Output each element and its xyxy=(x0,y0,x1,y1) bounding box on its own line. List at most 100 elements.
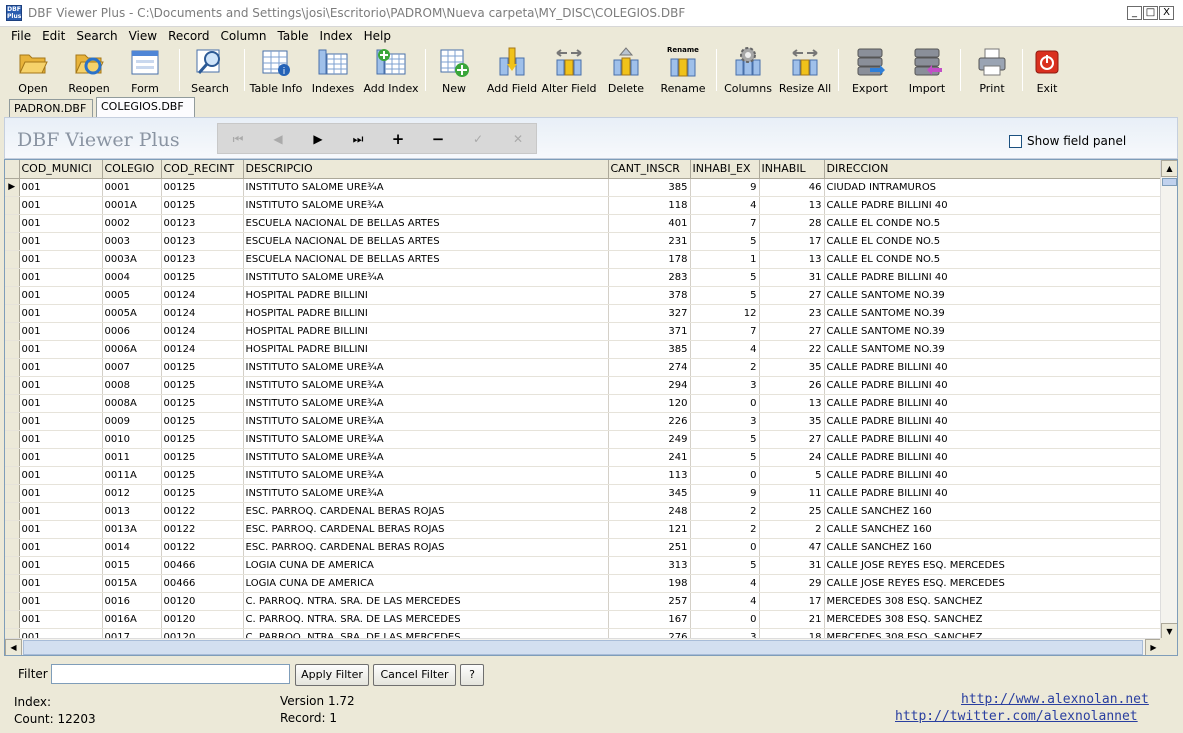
table-cell[interactable]: 198 xyxy=(608,574,691,593)
maximize-button[interactable]: □ xyxy=(1143,6,1158,20)
table-row[interactable]: ▶ 001 0001 00125 INSTITUTO SALOME URE¾A 385 9 4… xyxy=(5,178,1161,197)
row-indicator[interactable] xyxy=(5,556,20,575)
table-row[interactable]: 001 0003A 00123 ESCUELA NACIONAL DE BELLAS … xyxy=(5,250,1161,269)
table-cell[interactable]: 17 xyxy=(759,592,825,611)
menu-view[interactable]: View xyxy=(124,29,163,43)
table-cell[interactable]: INSTITUTO SALOME URE¾A xyxy=(243,412,609,431)
table-cell[interactable]: C. PARROQ. NTRA. SRA. DE LAS MERCEDES xyxy=(243,610,609,629)
table-cell[interactable]: 00466 xyxy=(161,574,244,593)
row-indicator[interactable] xyxy=(5,574,20,593)
table-cell[interactable]: ESCUELA NACIONAL DE BELLAS ARTES xyxy=(243,232,609,251)
table-cell[interactable]: 001 xyxy=(19,484,103,503)
row-indicator[interactable] xyxy=(5,448,20,467)
table-cell[interactable]: MERCEDES 308 ESQ. SANCHEZ xyxy=(824,592,1161,611)
table-cell[interactable]: CIUDAD INTRAMUROS xyxy=(824,178,1161,197)
table-cell[interactable]: 001 xyxy=(19,466,103,485)
table-cell[interactable]: CALLE EL CONDE NO.5 xyxy=(824,214,1161,233)
table-cell[interactable]: 0007 xyxy=(102,358,162,377)
table-cell[interactable]: MERCEDES 308 ESQ. SANCHEZ xyxy=(824,610,1161,629)
table-cell[interactable]: 00125 xyxy=(161,196,244,215)
table-cell[interactable]: 00124 xyxy=(161,286,244,305)
table-cell[interactable]: CALLE SANTOME NO.39 xyxy=(824,286,1161,305)
column-header[interactable]: INHABI_EX xyxy=(690,160,760,179)
table-cell[interactable]: 3 xyxy=(690,376,760,395)
row-indicator[interactable] xyxy=(5,538,20,557)
column-header[interactable]: INHABIL xyxy=(759,160,825,179)
table-cell[interactable]: 001 xyxy=(19,340,103,359)
import-button[interactable]: Import xyxy=(908,45,946,95)
table-row[interactable]: 001 0005A 00124 HOSPITAL PADRE BILLINI 327 12… xyxy=(5,304,1161,323)
table-cell[interactable]: 001 xyxy=(19,232,103,251)
table-cell[interactable]: 0013 xyxy=(102,502,162,521)
table-cell[interactable]: 35 xyxy=(759,412,825,431)
table-cell[interactable]: 0 xyxy=(690,538,760,557)
table-cell[interactable]: 001 xyxy=(19,502,103,521)
table-cell[interactable]: ESC. PARROQ. CARDENAL BERAS ROJAS xyxy=(243,520,609,539)
delete-record-button[interactable]: − xyxy=(418,124,458,155)
column-header[interactable]: DIRECCION xyxy=(824,160,1161,179)
exit-button[interactable]: Exit xyxy=(1030,45,1064,95)
table-cell[interactable]: 313 xyxy=(608,556,691,575)
table-cell[interactable]: ESC. PARROQ. CARDENAL BERAS ROJAS xyxy=(243,502,609,521)
table-cell[interactable]: 327 xyxy=(608,304,691,323)
close-button[interactable]: X xyxy=(1159,6,1174,20)
table-cell[interactable]: 25 xyxy=(759,502,825,521)
table-row[interactable]: 001 0008A 00125 INSTITUTO SALOME URE¾A 120 0 1… xyxy=(5,394,1161,413)
table-cell[interactable]: ESC. PARROQ. CARDENAL BERAS ROJAS xyxy=(243,538,609,557)
table-cell[interactable]: INSTITUTO SALOME URE¾A xyxy=(243,448,609,467)
table-cell[interactable]: 9 xyxy=(690,484,760,503)
table-row[interactable]: 001 0015A 00466 LOGIA CUNA DE AMERICA 198 4 29… xyxy=(5,574,1161,593)
table-cell[interactable]: 0005 xyxy=(102,286,162,305)
table-row[interactable]: 001 0015 00466 LOGIA CUNA DE AMERICA 313 5 31 C… xyxy=(5,556,1161,575)
table-row[interactable]: 001 0007 00125 INSTITUTO SALOME URE¾A 274 2 35… xyxy=(5,358,1161,377)
indexes-button[interactable]: Indexes xyxy=(311,45,355,95)
table-cell[interactable]: 178 xyxy=(608,250,691,269)
table-cell[interactable]: 249 xyxy=(608,430,691,449)
row-indicator[interactable] xyxy=(5,304,20,323)
table-cell[interactable]: 0 xyxy=(690,466,760,485)
cancel-filter-button[interactable]: Cancel Filter xyxy=(373,664,456,686)
table-cell[interactable]: 5 xyxy=(690,430,760,449)
table-cell[interactable]: 0011 xyxy=(102,448,162,467)
form-button[interactable]: Form xyxy=(127,45,163,95)
scroll-left-arrow-icon[interactable]: ◀ xyxy=(5,639,22,655)
table-cell[interactable]: 24 xyxy=(759,448,825,467)
table-cell[interactable]: 0005A xyxy=(102,304,162,323)
table-cell[interactable]: 46 xyxy=(759,178,825,197)
table-cell[interactable]: 0001 xyxy=(102,178,162,197)
table-cell[interactable]: 001 xyxy=(19,358,103,377)
table-cell[interactable]: 21 xyxy=(759,610,825,629)
rename-button[interactable]: Rename Rename xyxy=(660,45,706,95)
table-cell[interactable]: 001 xyxy=(19,538,103,557)
table-cell[interactable]: 001 xyxy=(19,448,103,467)
table-row[interactable]: 001 0012 00125 INSTITUTO SALOME URE¾A 345 9 11… xyxy=(5,484,1161,503)
show-field-panel-checkbox[interactable] xyxy=(1009,134,1022,148)
table-cell[interactable]: 378 xyxy=(608,286,691,305)
table-row[interactable]: 001 0011A 00125 INSTITUTO SALOME URE¾A 113 0 5… xyxy=(5,466,1161,485)
row-indicator[interactable] xyxy=(5,394,20,413)
table-cell[interactable]: 27 xyxy=(759,430,825,449)
table-cell[interactable]: 121 xyxy=(608,520,691,539)
table-cell[interactable]: CALLE PADRE BILLINI 40 xyxy=(824,358,1161,377)
table-cell[interactable]: 2 xyxy=(759,520,825,539)
table-cell[interactable]: 00125 xyxy=(161,268,244,287)
table-cell[interactable]: 4 xyxy=(690,592,760,611)
table-cell[interactable]: 248 xyxy=(608,502,691,521)
table-cell[interactable]: 47 xyxy=(759,538,825,557)
table-cell[interactable]: 001 xyxy=(19,592,103,611)
table-cell[interactable]: 0006 xyxy=(102,322,162,341)
menu-index[interactable]: Index xyxy=(315,29,359,43)
table-cell[interactable]: LOGIA CUNA DE AMERICA xyxy=(243,574,609,593)
table-cell[interactable]: 0001A xyxy=(102,196,162,215)
table-cell[interactable]: 0011A xyxy=(102,466,162,485)
scroll-up-arrow-icon[interactable]: ▲ xyxy=(1161,160,1177,177)
table-cell[interactable]: 00120 xyxy=(161,610,244,629)
cancel-edit-button[interactable]: ✕ xyxy=(498,124,538,155)
table-cell[interactable]: 00120 xyxy=(161,592,244,611)
table-cell[interactable]: 9 xyxy=(690,178,760,197)
table-cell[interactable]: 26 xyxy=(759,376,825,395)
row-indicator[interactable] xyxy=(5,592,20,611)
table-cell[interactable]: CALLE SANCHEZ 160 xyxy=(824,502,1161,521)
menu-edit[interactable]: Edit xyxy=(37,29,71,43)
table-row[interactable]: 001 0004 00125 INSTITUTO SALOME URE¾A 283 5 31… xyxy=(5,268,1161,287)
